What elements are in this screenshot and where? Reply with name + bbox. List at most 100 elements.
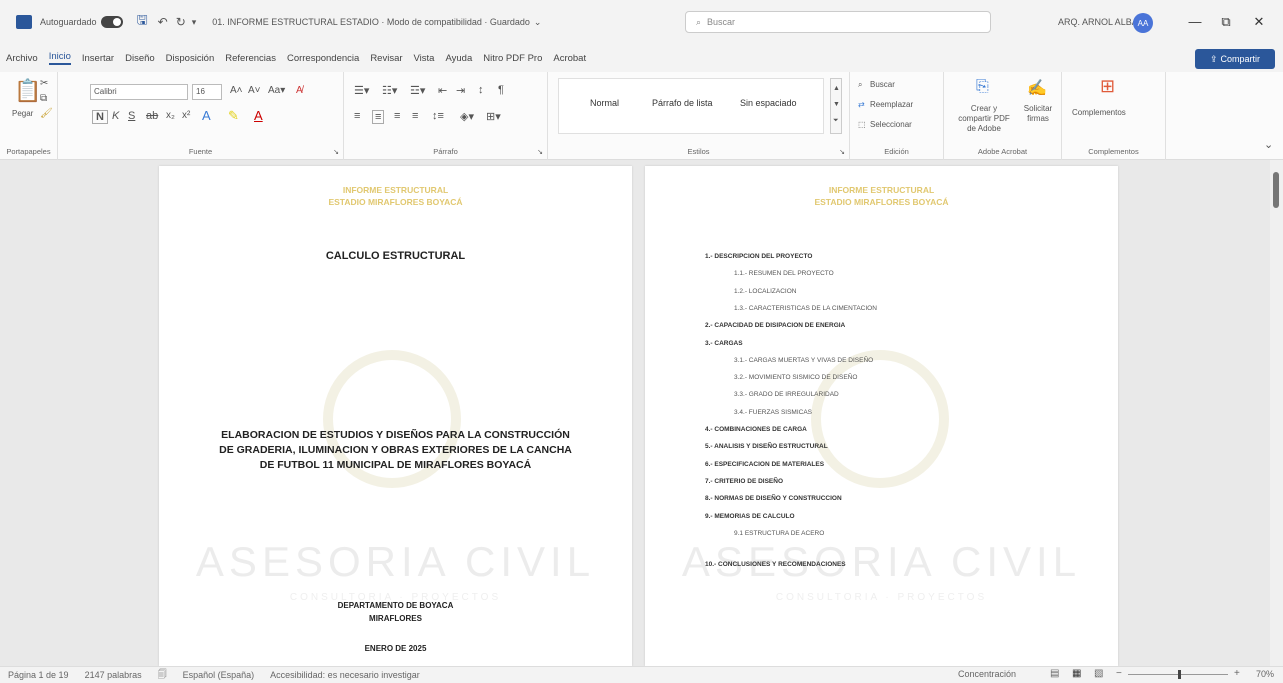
web-layout-icon[interactable]: ▧ bbox=[1094, 668, 1103, 679]
toc-entry[interactable]: 8.- NORMAS DE DISEÑO Y CONSTRUCCION bbox=[705, 495, 842, 502]
undo-icon[interactable]: ↶ bbox=[158, 15, 168, 29]
show-marks-icon[interactable]: ¶ bbox=[498, 84, 504, 96]
toc-entry[interactable]: 7.- CRITERIO DE DISEÑO bbox=[705, 478, 783, 485]
create-pdf-label[interactable]: Crear y compartir PDF de Adobe bbox=[954, 104, 1014, 134]
toc-entry[interactable]: 1.3.- CARACTERISTICAS DE LA CIMENTACION bbox=[734, 305, 877, 312]
tab-ayuda[interactable]: Ayuda bbox=[445, 53, 472, 64]
paste-icon[interactable]: 📋 bbox=[14, 78, 41, 104]
close-icon[interactable]: ✕ bbox=[1251, 14, 1267, 30]
request-signatures-icon[interactable]: ✍ bbox=[1027, 78, 1047, 98]
vertical-scrollbar[interactable] bbox=[1270, 160, 1283, 666]
shading-icon[interactable]: ◈▾ bbox=[460, 110, 474, 123]
toc-entry[interactable]: 3.1.- CARGAS MUERTAS Y VIVAS DE DISEÑO bbox=[734, 357, 873, 364]
paragraph-dialog-launcher-icon[interactable]: ↘ bbox=[537, 148, 543, 156]
shrink-font-icon[interactable]: A˅ bbox=[248, 85, 261, 96]
paste-label[interactable]: Pegar bbox=[12, 109, 33, 118]
tab-insertar[interactable]: Insertar bbox=[82, 53, 114, 64]
page-count[interactable]: Página 1 de 19 bbox=[8, 670, 69, 680]
tab-archivo[interactable]: Archivo bbox=[6, 53, 38, 64]
text-effects-icon[interactable]: A bbox=[202, 108, 211, 123]
toc-entry[interactable]: 10.- CONCLUSIONES Y RECOMENDACIONES bbox=[705, 561, 846, 568]
align-center-icon[interactable]: ≡ bbox=[372, 110, 385, 124]
toc-entry[interactable]: 3.3.- GRADO DE IRREGULARIDAD bbox=[734, 391, 839, 398]
replace-icon[interactable]: ⇄ bbox=[858, 100, 865, 109]
language[interactable]: Español (España) bbox=[183, 670, 255, 680]
request-signatures-label[interactable]: Solicitar firmas bbox=[1018, 104, 1058, 124]
numbering-icon[interactable]: ☷▾ bbox=[382, 84, 397, 97]
select-icon[interactable]: ⬚ bbox=[858, 120, 866, 129]
tab-revisar[interactable]: Revisar bbox=[370, 53, 402, 64]
zoom-out-icon[interactable]: − bbox=[1116, 668, 1122, 679]
style-normal[interactable]: Normal bbox=[590, 98, 619, 108]
scrollbar-thumb[interactable] bbox=[1273, 172, 1279, 208]
customize-toolbar-icon[interactable]: ▾ bbox=[192, 17, 197, 28]
line-spacing-icon[interactable]: ↕≡ bbox=[432, 110, 444, 122]
toc-entry[interactable]: 3.4.- FUERZAS SISMICAS bbox=[734, 409, 812, 416]
font-name-field[interactable]: Calibri bbox=[90, 84, 188, 100]
toc-entry[interactable]: 3.2.- MOVIMIENTO SISMICO DE DISEÑO bbox=[734, 374, 857, 381]
find-icon[interactable]: ⌕ bbox=[858, 80, 862, 90]
replace-label[interactable]: Reemplazar bbox=[870, 100, 913, 109]
restore-icon[interactable]: ⧉ bbox=[1218, 14, 1234, 30]
avatar[interactable]: AA bbox=[1133, 13, 1153, 33]
copy-icon[interactable]: ⧉ bbox=[40, 93, 47, 104]
justify-icon[interactable]: ≡ bbox=[412, 110, 418, 122]
search-input[interactable]: ⌕ Buscar bbox=[685, 11, 991, 33]
addins-icon[interactable]: ⊞ bbox=[1100, 76, 1115, 97]
styles-dialog-launcher-icon[interactable]: ↘ bbox=[839, 148, 845, 156]
user-name[interactable]: ARQ. ARNOL ALBA bbox=[1058, 17, 1138, 27]
format-painter-icon[interactable]: 🖌 bbox=[40, 108, 53, 119]
styles-scroll[interactable]: ▲ ▼ ⏷ bbox=[830, 78, 842, 134]
font-size-field[interactable]: 16 bbox=[192, 84, 222, 100]
style-no-spacing[interactable]: Sin espaciado bbox=[740, 98, 797, 108]
zoom-in-icon[interactable]: + bbox=[1234, 668, 1240, 679]
proofing-icon[interactable]: 🗐 bbox=[158, 667, 167, 683]
font-color-icon[interactable]: A bbox=[254, 108, 263, 123]
create-pdf-icon[interactable]: ⎘ bbox=[976, 78, 989, 96]
toc-entry[interactable]: 1.- DESCRIPCION DEL PROYECTO bbox=[705, 253, 812, 260]
share-button[interactable]: ⇪ Compartir bbox=[1195, 49, 1275, 69]
style-list-paragraph[interactable]: Párrafo de lista bbox=[652, 98, 713, 108]
save-icon[interactable]: 🖫 bbox=[137, 11, 148, 33]
bullets-icon[interactable]: ☰▾ bbox=[354, 84, 369, 97]
zoom-slider-thumb[interactable] bbox=[1178, 670, 1181, 679]
addins-button-label[interactable]: Complementos bbox=[1072, 108, 1126, 117]
redo-icon[interactable]: ↻ bbox=[176, 15, 186, 29]
grow-font-icon[interactable]: A˄ bbox=[230, 85, 243, 96]
styles-more-icon[interactable]: ⏷ bbox=[833, 117, 839, 125]
toc-entry[interactable]: 1.2.- LOCALIZACION bbox=[734, 288, 797, 295]
sort-icon[interactable]: ↕ bbox=[478, 84, 484, 96]
decrease-indent-icon[interactable]: ⇤ bbox=[438, 84, 447, 97]
strikethrough-icon[interactable]: ab bbox=[146, 110, 158, 122]
toc-entry[interactable]: 6.- ESPECIFICACION DE MATERIALES bbox=[705, 461, 824, 468]
focus-mode[interactable]: Concentración bbox=[958, 669, 1016, 679]
toc-entry[interactable]: 5.- ANALISIS Y DISEÑO ESTRUCTURAL bbox=[705, 443, 828, 450]
select-label[interactable]: Seleccionar bbox=[870, 120, 912, 129]
find-label[interactable]: Buscar bbox=[870, 80, 895, 89]
tab-nitro[interactable]: Nitro PDF Pro bbox=[483, 53, 542, 64]
toc-entry[interactable]: 9.- MEMORIAS DE CALCULO bbox=[705, 513, 795, 520]
superscript-icon[interactable]: x² bbox=[182, 110, 190, 121]
styles-up-icon[interactable]: ▲ bbox=[833, 85, 840, 92]
collapse-ribbon-icon[interactable]: ⌄ bbox=[1264, 138, 1273, 151]
print-layout-icon[interactable]: ▦ bbox=[1072, 668, 1081, 679]
italic-icon[interactable]: K bbox=[112, 110, 119, 122]
toc-entry[interactable]: 4.- COMBINACIONES DE CARGA bbox=[705, 426, 807, 433]
tab-vista[interactable]: Vista bbox=[414, 53, 435, 64]
read-mode-icon[interactable]: ▤ bbox=[1050, 668, 1059, 679]
multilevel-list-icon[interactable]: ☲▾ bbox=[410, 84, 425, 97]
toc-entry[interactable]: 2.- CAPACIDAD DE DISIPACION DE ENERGIA bbox=[705, 322, 845, 329]
highlight-icon[interactable]: ✎ bbox=[228, 108, 239, 124]
tab-acrobat[interactable]: Acrobat bbox=[553, 53, 586, 64]
align-left-icon[interactable]: ≡ bbox=[354, 110, 360, 122]
toc-entry[interactable]: 3.- CARGAS bbox=[705, 340, 743, 347]
font-dialog-launcher-icon[interactable]: ↘ bbox=[333, 148, 339, 156]
underline-icon[interactable]: S bbox=[128, 110, 135, 122]
toc-entry[interactable]: 9.1 ESTRUCTURA DE ACERO bbox=[734, 530, 824, 537]
change-case-icon[interactable]: Aa▾ bbox=[268, 85, 285, 96]
borders-icon[interactable]: ⊞▾ bbox=[486, 110, 501, 123]
align-right-icon[interactable]: ≡ bbox=[394, 110, 400, 122]
tab-inicio[interactable]: Inicio bbox=[48, 51, 71, 65]
subscript-icon[interactable]: x₂ bbox=[166, 110, 175, 121]
increase-indent-icon[interactable]: ⇥ bbox=[456, 84, 465, 97]
